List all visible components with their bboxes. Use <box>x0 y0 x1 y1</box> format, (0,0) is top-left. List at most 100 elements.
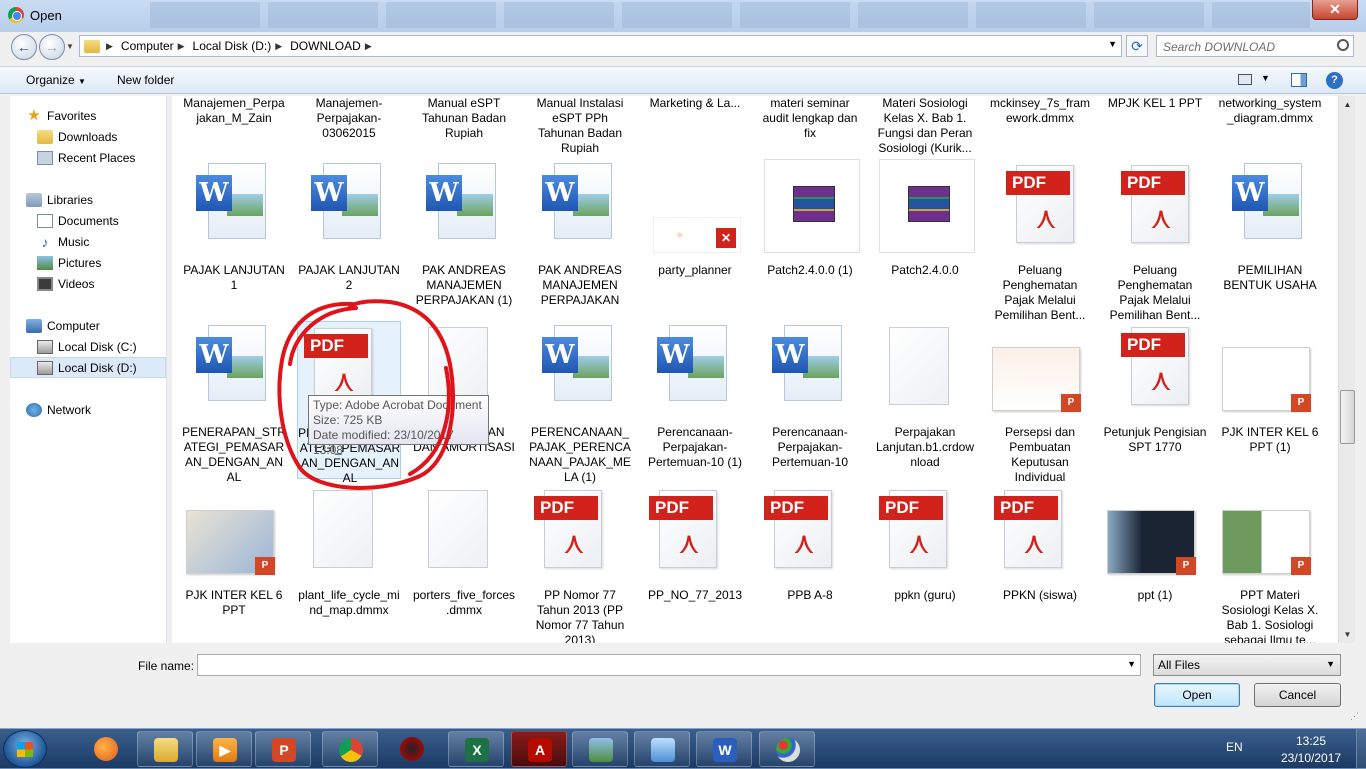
file-label[interactable]: mckinsey_7s_framework.dmmx <box>988 96 1092 126</box>
search-input[interactable]: Search DOWNLOAD <box>1156 35 1354 57</box>
file-label[interactable]: Manual Instalasi eSPT PPh Tahunan Badan … <box>528 96 632 156</box>
app-taskbar-button[interactable] <box>384 731 440 767</box>
file-item[interactable]: ✕ party_planner <box>643 159 747 317</box>
organize-menu[interactable]: Organize ▼ <box>26 73 86 87</box>
file-item[interactable]: P PPT Materi Sosiologi Kelas X. Bab 1. So… <box>1218 484 1322 643</box>
vertical-scrollbar[interactable]: ▲ ▼ <box>1338 96 1355 643</box>
file-item[interactable]: Perpajakan Lanjutan.b1.crdownload <box>873 321 977 479</box>
file-item[interactable]: W PAJAK LANJUTAN 1 <box>182 159 286 317</box>
file-item[interactable]: W PAK ANDREAS MANAJEMEN PERPAJAKAN (1) <box>412 159 516 317</box>
address-bar[interactable]: ▶ Computer ▶ Local Disk (D:) ▶ DOWNLOAD … <box>79 35 1122 57</box>
breadcrumb-computer[interactable]: Computer <box>121 39 174 53</box>
sidebar-item-network[interactable]: Network <box>26 399 182 420</box>
firefox-taskbar-button[interactable] <box>78 731 134 767</box>
file-label[interactable]: networking_system_diagram.dmmx <box>1218 96 1322 126</box>
sidebar-item-drive-d[interactable]: Local Disk (D:) <box>10 357 166 378</box>
file-item[interactable]: PDF ⋏ Petunjuk Pengisian SPT 1770 <box>1103 321 1207 479</box>
language-indicator[interactable]: EN <box>1226 740 1243 754</box>
view-dropdown-icon[interactable]: ▼ <box>1261 73 1270 83</box>
control-panel-taskbar-button[interactable] <box>634 731 690 767</box>
change-view-icon[interactable] <box>1238 74 1252 85</box>
file-item[interactable]: PDF ⋏ PPB A-8 <box>758 484 862 642</box>
start-button[interactable] <box>3 730 47 768</box>
recent-pages-dropdown-icon[interactable]: ▼ <box>66 42 74 51</box>
file-item[interactable]: P PJK INTER KEL 6 PPT (1) <box>1218 321 1322 479</box>
file-label[interactable]: materi seminar audit lengkap dan fix <box>758 96 862 141</box>
preview-pane-icon[interactable] <box>1291 73 1307 87</box>
file-item[interactable]: PDF ⋏ PP Nomor 77 Tahun 2013 (PP Nomor 77 … <box>528 484 632 643</box>
back-button[interactable]: ← <box>11 34 37 60</box>
file-type-select[interactable]: All Files ▼ <box>1153 654 1341 676</box>
media-player-taskbar-button[interactable]: ▶ <box>196 731 252 767</box>
file-item[interactable]: Patch2.4.0.0 <box>873 159 977 317</box>
file-item[interactable]: porters_five_forces.dmmx <box>412 484 516 642</box>
file-label[interactable]: Manajemen-Perpajakan-03062015 <box>297 96 401 141</box>
file-name-input[interactable]: ▼ <box>197 654 1141 676</box>
show-desktop-button[interactable] <box>1356 729 1366 769</box>
file-item[interactable]: W PERENCANAAN_PAJAK_PERENCANAAN_PAJAK_MEL… <box>528 321 632 484</box>
file-item[interactable]: W PENERAPAN_STRATEGI_PEMASARAN_DENGAN_ANA… <box>182 321 286 484</box>
help-icon[interactable]: ? <box>1326 72 1343 89</box>
file-item[interactable]: plant_life_cycle_mind_map.dmmx <box>297 484 401 642</box>
paint-taskbar-button[interactable] <box>759 731 815 767</box>
file-label[interactable]: Manual eSPT Tahunan Badan Rupiah <box>412 96 516 141</box>
file-item[interactable]: PDF ⋏ ppkn (guru) <box>873 484 977 642</box>
file-item[interactable]: W PEMILIHAN BENTUK USAHA <box>1218 159 1322 317</box>
excel-taskbar-button[interactable]: X <box>448 731 504 767</box>
file-item[interactable]: PDF ⋏ PP_NO_77_2013 <box>643 484 747 642</box>
acrobat-taskbar-button[interactable]: A <box>511 731 567 767</box>
close-button[interactable]: ✕ <box>1312 0 1358 20</box>
sidebar-item-drive-c[interactable]: Local Disk (C:) <box>37 336 166 357</box>
scrollbar-thumb[interactable] <box>1340 390 1355 444</box>
open-button[interactable]: Open <box>1154 683 1240 707</box>
file-item[interactable]: PDF ⋏ Peluang Penghematan Pajak Melalui Pe… <box>1103 159 1207 322</box>
explorer-taskbar-button[interactable] <box>137 731 193 767</box>
breadcrumb-arrow-icon[interactable]: ▶ <box>178 41 185 52</box>
breadcrumb-download[interactable]: DOWNLOAD <box>290 39 361 53</box>
file-item[interactable]: PDF ⋏ Peluang Penghematan Pajak Melalui Pe… <box>988 159 1092 322</box>
clock-time[interactable]: 13:25 <box>1296 734 1326 748</box>
powerpoint-taskbar-button[interactable]: P <box>255 731 311 767</box>
new-folder-button[interactable]: New folder <box>117 73 174 87</box>
resize-grip-icon[interactable]: ⋰ <box>1350 711 1359 722</box>
breadcrumb-local-disk-d[interactable]: Local Disk (D:) <box>193 39 272 53</box>
refresh-button[interactable]: ⟳ <box>1126 35 1148 57</box>
sidebar-item-favorites[interactable]: ★ Favorites <box>26 105 182 126</box>
file-label[interactable]: Manajemen_Perpajakan_M_Zain <box>182 96 286 126</box>
sidebar-item-downloads[interactable]: Downloads <box>37 126 193 147</box>
word-taskbar-button[interactable]: W <box>696 731 752 767</box>
sidebar-item-computer[interactable]: Computer <box>26 315 182 336</box>
file-item[interactable]: P Persepsi dan Pembuatan Keputusan Indivi… <box>988 321 1092 484</box>
sidebar-item-pictures[interactable]: Pictures <box>37 252 193 273</box>
clock-date[interactable]: 23/10/2017 <box>1281 751 1341 765</box>
file-item[interactable]: W Perencanaan-Perpajakan-Pertemuan-10 <box>758 321 862 479</box>
file-label[interactable]: MPJK KEL 1 PPT <box>1103 96 1207 111</box>
scroll-down-icon[interactable]: ▼ <box>1339 626 1356 643</box>
sidebar-item-music[interactable]: ♪ Music <box>37 231 193 252</box>
file-item[interactable]: W PAJAK LANJUTAN 2 <box>297 159 401 317</box>
sidebar-item-libraries[interactable]: Libraries <box>26 189 182 210</box>
file-item[interactable]: PDF ⋏ PPKN (siswa) <box>988 484 1092 642</box>
chevron-down-icon[interactable]: ▼ <box>1127 659 1136 669</box>
address-dropdown-icon[interactable]: ▼ <box>1108 39 1117 49</box>
file-item[interactable]: W Perencanaan-Perpajakan-Pertemuan-10 (1) <box>643 321 747 479</box>
chevron-down-icon: ▼ <box>1326 659 1335 669</box>
cancel-button[interactable]: Cancel <box>1254 683 1341 707</box>
file-label[interactable]: Marketing & La... <box>643 96 747 111</box>
file-item[interactable]: W PAK ANDREAS MANAJEMEN PERPAJAKAN <box>528 159 632 317</box>
star-icon: ★ <box>27 106 41 124</box>
file-item[interactable]: Pppt (1) <box>1103 484 1207 642</box>
breadcrumb-arrow-icon[interactable]: ▶ <box>106 41 113 52</box>
file-item[interactable]: P PJK INTER KEL 6 PPT <box>182 484 286 642</box>
photo-viewer-taskbar-button[interactable] <box>572 731 628 767</box>
breadcrumb-arrow-icon[interactable]: ▶ <box>365 41 372 52</box>
chrome-taskbar-button[interactable] <box>322 731 378 767</box>
sidebar-item-videos[interactable]: Videos <box>37 273 193 294</box>
sidebar-item-recent-places[interactable]: Recent Places <box>37 147 193 168</box>
file-item[interactable]: Patch2.4.0.0 (1) <box>758 159 862 317</box>
breadcrumb-arrow-icon[interactable]: ▶ <box>275 41 282 52</box>
file-label[interactable]: Materi Sosiologi Kelas X. Bab 1. Fungsi … <box>873 96 977 156</box>
sidebar-item-documents[interactable]: Documents <box>37 210 193 231</box>
scroll-up-icon[interactable]: ▲ <box>1339 96 1356 113</box>
forward-button[interactable]: → <box>39 34 65 60</box>
